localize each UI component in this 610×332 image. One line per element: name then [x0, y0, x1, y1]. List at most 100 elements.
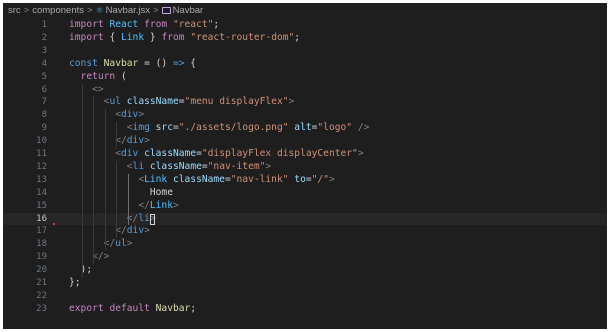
code-token: );: [69, 264, 93, 276]
code-line[interactable]: 20 );: [3, 264, 607, 276]
indent-guide: [116, 122, 118, 148]
code-line[interactable]: 3: [3, 45, 607, 57]
code-token: "displayFlex displayCenter": [201, 148, 358, 159]
indent-guide: [116, 160, 118, 239]
code-token: >: [144, 135, 150, 147]
code-line[interactable]: 21};: [3, 277, 607, 289]
code-token: ;: [294, 31, 301, 43]
code-token: (: [115, 70, 127, 82]
code-token: "/": [311, 173, 329, 185]
code-token: alt: [288, 122, 312, 134]
code-line[interactable]: 1 import React from "react";: [3, 19, 607, 31]
line-number: 10: [36, 136, 47, 147]
code-token: Link: [121, 31, 145, 43]
code-token: "react-router-dom": [190, 31, 295, 43]
code-token: };: [69, 277, 81, 288]
code-text: import React from "react";: [69, 19, 219, 31]
code-token: from: [138, 19, 173, 30]
code-token: {: [109, 31, 121, 43]
code-text: <div className="displayFlex displayCente…: [69, 148, 364, 160]
code-text: <Link className="nav-link" to="/">: [69, 173, 335, 186]
line-number: 22: [36, 290, 47, 301]
code-token: src: [149, 122, 173, 134]
code-text: <li className="nav-item">: [69, 161, 271, 173]
code-line[interactable]: 6 <>: [3, 84, 607, 96]
line-number: 9: [41, 123, 47, 134]
code-line[interactable]: 22: [3, 290, 607, 302]
code-token: Navbar: [155, 302, 191, 314]
code-token: "nav-link": [230, 173, 289, 185]
breadcrumb-item-file[interactable]: Navbar.jsx: [106, 5, 150, 16]
breadcrumb-separator: >: [153, 5, 159, 16]
line-number: 7: [41, 97, 47, 108]
breadcrumb-item-src[interactable]: src: [8, 5, 21, 16]
code-editor-window: src > components > ⚛ Navbar.jsx > Navbar 1 impor…: [3, 3, 607, 329]
code-token: React: [109, 19, 139, 30]
code-token: className: [138, 148, 197, 159]
line-number: 3: [41, 45, 47, 56]
breadcrumb-separator: >: [87, 5, 93, 16]
code-token: Navbar: [103, 57, 139, 69]
code-token: div: [121, 148, 139, 159]
code-line[interactable]: 23 export default Navbar;: [3, 303, 607, 315]
code-token: }: [144, 31, 162, 43]
breadcrumb: src > components > ⚛ Navbar.jsx > Navbar: [3, 3, 607, 17]
line-number: 8: [41, 110, 47, 121]
code-text: const Navbar = () => {: [69, 58, 196, 70]
line-number: 12: [36, 161, 47, 172]
code-token: >: [328, 173, 335, 185]
code-text: );: [69, 264, 93, 276]
code-token: div: [126, 225, 145, 237]
line-number: 19: [36, 252, 47, 263]
code-token: import: [69, 31, 110, 43]
indent-guide: [127, 173, 129, 226]
code-token: >: [288, 96, 295, 108]
code-token: >: [172, 199, 179, 211]
code-text: import { Link } from "react-router-dom";: [69, 32, 300, 44]
text-cursor: [149, 213, 155, 225]
code-token: li: [138, 212, 150, 224]
line-number: 2: [41, 32, 47, 43]
breadcrumb-item-symbol[interactable]: Navbar: [173, 5, 204, 16]
code-line[interactable]: 5 return (: [3, 71, 607, 83]
code-text: </ul>: [69, 238, 133, 250]
breadcrumb-item-components[interactable]: components: [32, 5, 84, 16]
code-token: className: [121, 96, 179, 108]
code-token: Link: [144, 173, 168, 185]
react-file-icon: ⚛: [95, 5, 104, 15]
breadcrumb-separator: >: [23, 5, 30, 16]
indent-guide: [93, 96, 95, 265]
code-token: "./assets/logo.png": [178, 122, 289, 134]
line-number: 18: [36, 239, 47, 250]
code-text: };: [69, 277, 81, 289]
line-number: 5: [41, 71, 47, 82]
code-token: = (): [138, 57, 173, 69]
code-line[interactable]: 4 const Navbar = () => {: [3, 58, 607, 70]
line-number: 23: [36, 303, 47, 314]
line-number: 6: [41, 84, 47, 95]
code-token: >: [265, 160, 272, 172]
indent-guide: [81, 83, 83, 277]
code-token: ul: [115, 238, 127, 250]
line-number: 20: [36, 265, 47, 276]
code-token: from: [161, 31, 191, 43]
code-editor[interactable]: 1 import React from "react"; 2 import { Lin…: [3, 19, 607, 319]
code-text: <div>: [69, 109, 144, 121]
code-token: />: [352, 122, 370, 134]
code-token: >: [138, 109, 145, 121]
line-number: 14: [36, 187, 47, 198]
code-line[interactable]: 2 import { Link } from "react-router-dom"…: [3, 32, 607, 44]
code-token: "nav-item": [207, 160, 266, 172]
code-token: default: [109, 302, 156, 314]
line-number: 21: [36, 278, 47, 288]
code-token: >: [357, 148, 364, 159]
line-number: 15: [36, 200, 47, 211]
code-token: "react": [172, 19, 214, 30]
code-text: <img src="./assets/logo.png" alt="logo" …: [69, 122, 370, 134]
